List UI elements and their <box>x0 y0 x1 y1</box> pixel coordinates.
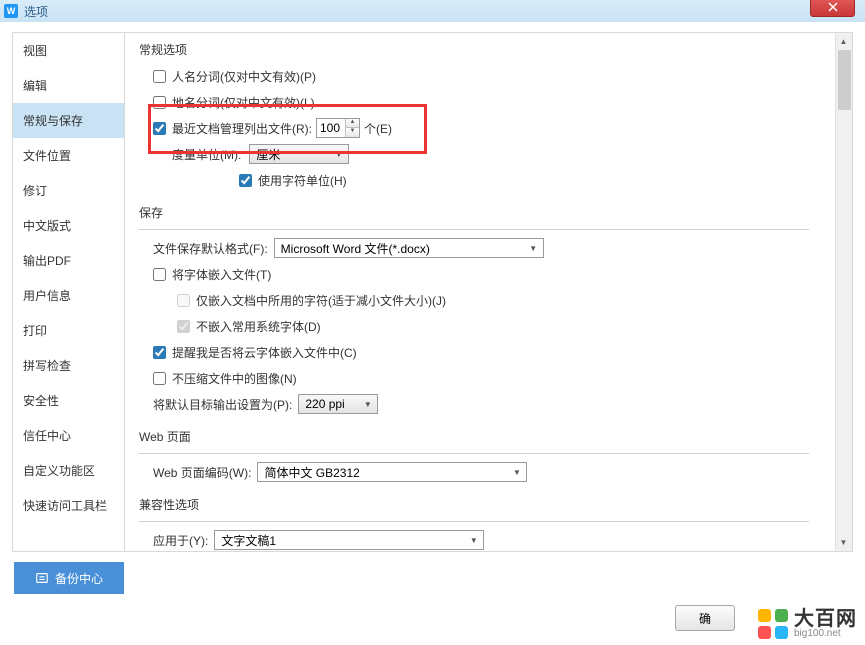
divider <box>139 521 809 522</box>
chevron-down-icon: ▼ <box>331 150 346 159</box>
label-recent-docs-suffix: 个(E) <box>364 120 392 137</box>
sidebar-item-chinese-layout[interactable]: 中文版式 <box>13 208 124 243</box>
recent-docs-input[interactable] <box>317 121 345 135</box>
sidebar-item-output-pdf[interactable]: 输出PDF <box>13 243 124 278</box>
main-area: 视图 编辑 常规与保存 文件位置 修订 中文版式 输出PDF 用户信息 打印 拼… <box>0 22 865 552</box>
backup-label: 备份中心 <box>55 570 103 587</box>
sidebar: 视图 编辑 常规与保存 文件位置 修订 中文版式 输出PDF 用户信息 打印 拼… <box>12 32 125 552</box>
sidebar-item-edit[interactable]: 编辑 <box>13 68 124 103</box>
label-no-compress: 不压缩文件中的图像(N) <box>172 370 297 387</box>
label-unit: 度量单位(M): <box>172 146 241 163</box>
label-apply: 应用于(Y): <box>153 532 208 549</box>
sidebar-item-general-save[interactable]: 常规与保存 <box>13 103 124 138</box>
ppi-combo[interactable]: 220 ppi ▼ <box>298 394 378 414</box>
sidebar-item-trust-center[interactable]: 信任中心 <box>13 418 124 453</box>
checkbox-cloud-font[interactable] <box>153 346 166 359</box>
content-panel: 常规选项 人名分词(仅对中文有效)(P) 地名分词(仅对中文有效)(L) 最近文… <box>125 32 853 552</box>
sidebar-item-spellcheck[interactable]: 拼写检查 <box>13 348 124 383</box>
label-ppi: 将默认目标输出设置为(P): <box>153 396 292 413</box>
label-place-seg: 地名分词(仅对中文有效)(L) <box>172 94 315 111</box>
checkbox-no-sys <box>177 320 190 333</box>
default-fmt-value: Microsoft Word 文件(*.docx) <box>281 240 430 257</box>
label-cloud-font: 提醒我是否将云字体嵌入文件中(C) <box>172 344 357 361</box>
ppi-value: 220 ppi <box>305 397 344 411</box>
watermark-logo-icon <box>758 609 788 639</box>
recent-docs-spinner[interactable]: ▲▼ <box>316 118 360 138</box>
watermark-url: big100.net <box>794 629 857 639</box>
scroll-down-icon[interactable]: ▼ <box>836 534 851 551</box>
section-title-web: Web 页面 <box>139 428 852 445</box>
scroll-thumb[interactable] <box>838 50 851 110</box>
checkbox-embed-font[interactable] <box>153 268 166 281</box>
encoding-value: 简体中文 GB2312 <box>264 464 359 481</box>
checkbox-person-seg[interactable] <box>153 70 166 83</box>
chevron-down-icon: ▼ <box>509 468 524 477</box>
apply-combo[interactable]: 文字文稿1 ▼ <box>214 530 484 550</box>
divider <box>139 453 809 454</box>
checkbox-no-compress[interactable] <box>153 372 166 385</box>
close-icon <box>828 2 838 12</box>
sidebar-item-user-info[interactable]: 用户信息 <box>13 278 124 313</box>
label-default-fmt: 文件保存默认格式(F): <box>153 240 268 257</box>
backup-icon <box>35 571 49 585</box>
close-button[interactable] <box>810 0 855 17</box>
scrollbar[interactable]: ▲ ▼ <box>835 33 852 551</box>
encoding-combo[interactable]: 简体中文 GB2312 ▼ <box>257 462 527 482</box>
ok-button[interactable]: 确 <box>675 605 735 631</box>
label-embed-used: 仅嵌入文档中所用的字符(适于减小文件大小)(J) <box>196 292 446 309</box>
divider <box>139 229 809 230</box>
app-icon: W <box>4 4 18 18</box>
sidebar-item-customize-ribbon[interactable]: 自定义功能区 <box>13 453 124 488</box>
section-title-save: 保存 <box>139 204 852 221</box>
checkbox-char-unit[interactable] <box>239 174 252 187</box>
section-compat: 兼容性选项 应用于(Y): 文字文稿1 ▼ 拆分分页符和段落标记(A) <box>139 496 852 552</box>
ok-label: 确 <box>699 610 711 627</box>
label-recent-docs: 最近文档管理列出文件(R): <box>172 120 312 137</box>
label-no-sys: 不嵌入常用系统字体(D) <box>196 318 321 335</box>
default-fmt-combo[interactable]: Microsoft Word 文件(*.docx) ▼ <box>274 238 544 258</box>
apply-value: 文字文稿1 <box>221 532 276 549</box>
scroll-up-icon[interactable]: ▲ <box>836 33 851 50</box>
spin-down-icon[interactable]: ▼ <box>346 128 359 137</box>
section-general: 常规选项 人名分词(仅对中文有效)(P) 地名分词(仅对中文有效)(L) 最近文… <box>139 41 852 190</box>
label-encoding: Web 页面编码(W): <box>153 464 251 481</box>
sidebar-item-quick-access[interactable]: 快速访问工具栏 <box>13 488 124 523</box>
chevron-down-icon: ▼ <box>466 536 481 545</box>
unit-combo[interactable]: 厘米 ▼ <box>249 144 349 164</box>
watermark-name: 大百网 <box>794 609 857 629</box>
section-save: 保存 文件保存默认格式(F): Microsoft Word 文件(*.docx… <box>139 204 852 414</box>
label-embed-font: 将字体嵌入文件(T) <box>172 266 271 283</box>
spin-up-icon[interactable]: ▲ <box>346 119 359 128</box>
backup-center-button[interactable]: 备份中心 <box>14 562 124 594</box>
label-char-unit: 使用字符单位(H) <box>258 172 347 189</box>
chevron-down-icon: ▼ <box>526 244 541 253</box>
chevron-down-icon: ▼ <box>360 400 375 409</box>
section-web: Web 页面 Web 页面编码(W): 简体中文 GB2312 ▼ <box>139 428 852 482</box>
checkbox-embed-used <box>177 294 190 307</box>
section-title-compat: 兼容性选项 <box>139 496 852 513</box>
unit-value: 厘米 <box>256 146 280 163</box>
label-person-seg: 人名分词(仅对中文有效)(P) <box>172 68 316 85</box>
title-bar: W 选项 <box>0 0 865 22</box>
checkbox-place-seg[interactable] <box>153 96 166 109</box>
sidebar-item-revision[interactable]: 修订 <box>13 173 124 208</box>
sidebar-item-file-location[interactable]: 文件位置 <box>13 138 124 173</box>
section-title-general: 常规选项 <box>139 41 852 58</box>
sidebar-item-view[interactable]: 视图 <box>13 33 124 68</box>
sidebar-item-print[interactable]: 打印 <box>13 313 124 348</box>
watermark: 大百网 big100.net <box>758 609 857 639</box>
window-title: 选项 <box>24 3 48 20</box>
sidebar-item-security[interactable]: 安全性 <box>13 383 124 418</box>
checkbox-recent-docs[interactable] <box>153 122 166 135</box>
